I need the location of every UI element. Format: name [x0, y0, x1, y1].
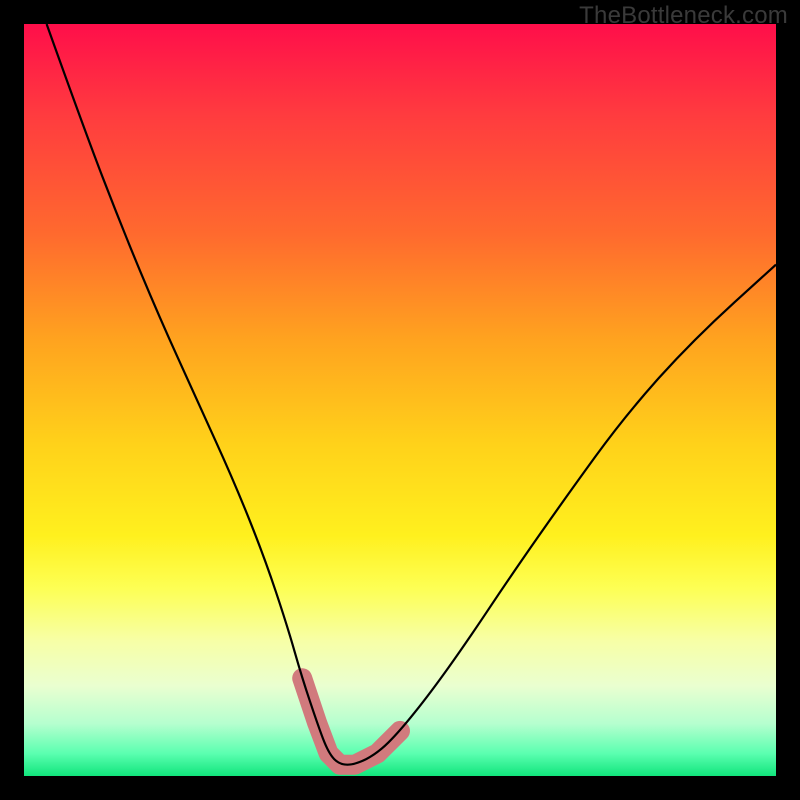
bottleneck-chart [24, 24, 776, 776]
chart-plot-area [24, 24, 776, 776]
bottleneck-curve-line [47, 24, 776, 765]
watermark-text: TheBottleneck.com [579, 2, 788, 30]
